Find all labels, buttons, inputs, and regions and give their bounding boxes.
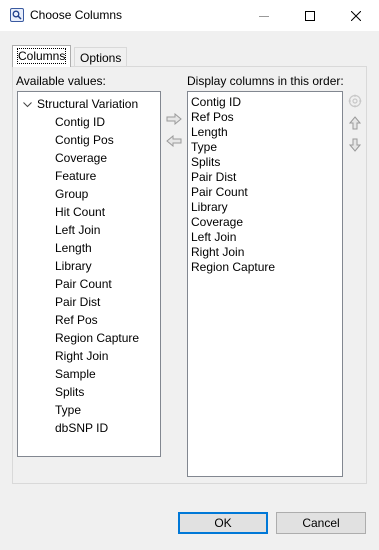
move-down-button[interactable] [347, 137, 363, 153]
tree-node-label: Structural Variation [37, 97, 139, 111]
available-list-item[interactable]: Contig ID [55, 113, 105, 131]
display-columns-list[interactable]: Contig ID Ref Pos Length Type Splits Pair Dis… [187, 91, 343, 477]
available-list-item[interactable]: Coverage [55, 149, 107, 167]
available-list-item[interactable]: Right Join [55, 347, 108, 365]
tab-columns-label: Columns [16, 48, 67, 64]
available-list-item[interactable]: Feature [55, 167, 96, 185]
add-custom-column-button[interactable] [347, 93, 363, 109]
close-icon [351, 10, 361, 21]
display-list-item[interactable]: Type [191, 140, 217, 155]
cancel-button[interactable]: Cancel [276, 512, 366, 534]
available-values-list[interactable]: Structural Variation Contig ID Contig Pos… [17, 91, 161, 457]
display-list-item[interactable]: Right Join [191, 245, 244, 260]
minimize-icon [259, 15, 269, 17]
tree-node-structural-variation[interactable]: Structural Variation [23, 95, 138, 113]
available-list-item[interactable]: Sample [55, 365, 96, 383]
maximize-icon [305, 10, 315, 21]
chevron-down-icon[interactable] [23, 95, 37, 113]
tab-options-label: Options [80, 51, 122, 65]
available-list-item[interactable]: Hit Count [55, 203, 105, 221]
arrow-right-icon [166, 113, 182, 125]
title-bar: Choose Columns [0, 0, 379, 31]
move-up-button[interactable] [347, 115, 363, 131]
available-list-item[interactable]: Region Capture [55, 329, 139, 347]
remove-column-button[interactable] [166, 133, 182, 149]
window-title: Choose Columns [30, 8, 123, 22]
available-list-item[interactable]: Type [55, 401, 81, 419]
display-list-item[interactable]: Length [191, 125, 228, 140]
minimize-button[interactable] [241, 0, 287, 31]
available-list-item[interactable]: Pair Count [55, 275, 112, 293]
settings-icon [348, 94, 362, 108]
arrow-up-icon [349, 116, 361, 130]
display-list-item[interactable]: Coverage [191, 215, 243, 230]
display-list-item[interactable]: Splits [191, 155, 220, 170]
arrow-left-icon [166, 135, 182, 147]
available-list-item[interactable]: Library [55, 257, 92, 275]
display-list-item[interactable]: Ref Pos [191, 110, 234, 125]
available-list-item[interactable]: Pair Dist [55, 293, 100, 311]
magnifier-app-icon [10, 8, 24, 22]
arrow-down-icon [349, 138, 361, 152]
available-list-item[interactable]: Ref Pos [55, 311, 98, 329]
available-values-label: Available values: [16, 74, 106, 88]
available-list-item[interactable]: Contig Pos [55, 131, 114, 149]
display-columns-label: Display columns in this order: [187, 74, 344, 88]
available-list-item[interactable]: Splits [55, 383, 84, 401]
display-list-item[interactable]: Pair Count [191, 185, 248, 200]
available-list-item[interactable]: dbSNP ID [55, 419, 108, 437]
columns-tab-panel: Available values: Display columns in thi… [12, 66, 367, 484]
tab-options[interactable]: Options [74, 47, 128, 67]
maximize-button[interactable] [287, 0, 333, 31]
available-list-item[interactable]: Group [55, 185, 88, 203]
available-list-item[interactable]: Length [55, 239, 92, 257]
ok-button[interactable]: OK [178, 512, 268, 534]
available-list-item[interactable]: Left Join [55, 221, 100, 239]
add-column-button[interactable] [166, 111, 182, 127]
tab-columns[interactable]: Columns [12, 45, 72, 67]
close-button[interactable] [333, 0, 379, 31]
display-list-item[interactable]: Region Capture [191, 260, 275, 275]
display-list-item[interactable]: Pair Dist [191, 170, 236, 185]
display-list-item[interactable]: Left Join [191, 230, 236, 245]
display-list-item[interactable]: Contig ID [191, 95, 241, 110]
display-list-item[interactable]: Library [191, 200, 228, 215]
